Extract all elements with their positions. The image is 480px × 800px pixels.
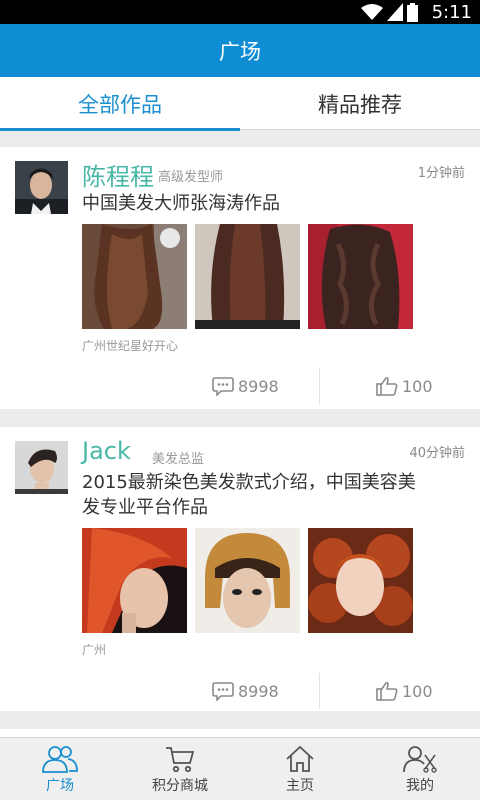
post-time: 1分钟前 bbox=[417, 166, 465, 181]
post-actions: 8998 100 bbox=[0, 673, 480, 709]
page-title: 广场 bbox=[219, 39, 261, 64]
comment-count: 8998 bbox=[238, 376, 279, 396]
tab-all-works[interactable]: 全部作品 bbox=[0, 77, 240, 131]
post-photo[interactable] bbox=[195, 224, 300, 329]
comment-icon bbox=[212, 377, 234, 396]
status-icons bbox=[361, 2, 418, 22]
wifi-icon bbox=[361, 4, 383, 20]
photo-grid bbox=[82, 528, 413, 633]
post-description: 中国美发大师张海涛作品 bbox=[82, 193, 280, 214]
like-button[interactable]: 100 bbox=[376, 673, 433, 709]
thumbs-up-icon bbox=[376, 681, 398, 701]
post-photo[interactable] bbox=[308, 528, 413, 633]
author-role: 美发总监 bbox=[152, 452, 205, 467]
signal-icon bbox=[387, 3, 403, 21]
author-role: 高级发型师 bbox=[158, 170, 224, 185]
nav-label: 广场 bbox=[46, 777, 74, 794]
comment-button[interactable]: 8998 bbox=[212, 368, 279, 404]
tab-label: 精品推荐 bbox=[318, 92, 402, 117]
status-bar: 5:11 bbox=[0, 0, 480, 24]
post-photo[interactable] bbox=[82, 528, 187, 633]
comment-button[interactable]: 8998 bbox=[212, 673, 279, 709]
post-time: 40分钟前 bbox=[409, 446, 465, 461]
comment-icon bbox=[212, 682, 234, 701]
post-photo[interactable] bbox=[82, 224, 187, 329]
home-icon bbox=[286, 745, 314, 772]
nav-mine[interactable]: 我的 bbox=[360, 738, 480, 800]
app-bar: 广场 bbox=[0, 24, 480, 77]
nav-points-mall[interactable]: 积分商城 bbox=[120, 738, 240, 800]
post-photo[interactable] bbox=[195, 528, 300, 633]
author-name[interactable]: 陈程程 bbox=[82, 157, 154, 192]
like-button[interactable]: 100 bbox=[376, 368, 433, 404]
tab-featured[interactable]: 精品推荐 bbox=[240, 77, 480, 130]
nav-label: 积分商城 bbox=[152, 777, 208, 794]
post-description: 2015最新染色美发款式介绍，中国美容美发专业平台作品 bbox=[82, 472, 416, 518]
avatar[interactable] bbox=[15, 161, 68, 214]
avatar[interactable] bbox=[15, 441, 68, 494]
photo-grid bbox=[82, 224, 413, 329]
nav-plaza[interactable]: 广场 bbox=[0, 738, 120, 800]
comment-count: 8998 bbox=[238, 681, 279, 701]
nav-home[interactable]: 主页 bbox=[240, 738, 360, 800]
post-card[interactable] bbox=[0, 729, 480, 737]
like-count: 100 bbox=[402, 681, 433, 701]
post-actions: 8998 100 bbox=[0, 368, 480, 404]
nav-label: 我的 bbox=[406, 777, 434, 794]
tab-bar: 全部作品 精品推荐 bbox=[0, 77, 480, 131]
post-location: 广州 bbox=[82, 643, 107, 657]
people-icon bbox=[42, 745, 78, 773]
bottom-nav: 广场 积分商城 主页 我的 bbox=[0, 737, 480, 800]
post-photo[interactable] bbox=[308, 224, 413, 329]
divider bbox=[319, 368, 320, 404]
nav-label: 主页 bbox=[286, 777, 314, 794]
post-card[interactable]: 陈程程 高级发型师 1分钟前 中国美发大师张海涛作品 广州世纪星好开心 8998… bbox=[0, 147, 480, 409]
feed-list[interactable]: 陈程程 高级发型师 1分钟前 中国美发大师张海涛作品 广州世纪星好开心 8998… bbox=[0, 131, 480, 737]
post-card[interactable]: Jack 美发总监 40分钟前 2015最新染色美发款式介绍，中国美容美发专业平… bbox=[0, 427, 480, 711]
post-location: 广州世纪星好开心 bbox=[82, 339, 179, 353]
like-count: 100 bbox=[402, 376, 433, 396]
divider bbox=[319, 673, 320, 709]
thumbs-up-icon bbox=[376, 376, 398, 396]
profile-scissors-icon bbox=[403, 745, 437, 773]
author-name[interactable]: Jack bbox=[82, 437, 131, 465]
cart-icon bbox=[166, 746, 195, 772]
status-time: 5:11 bbox=[431, 2, 472, 23]
battery-icon bbox=[407, 2, 418, 22]
tab-label: 全部作品 bbox=[78, 92, 162, 117]
